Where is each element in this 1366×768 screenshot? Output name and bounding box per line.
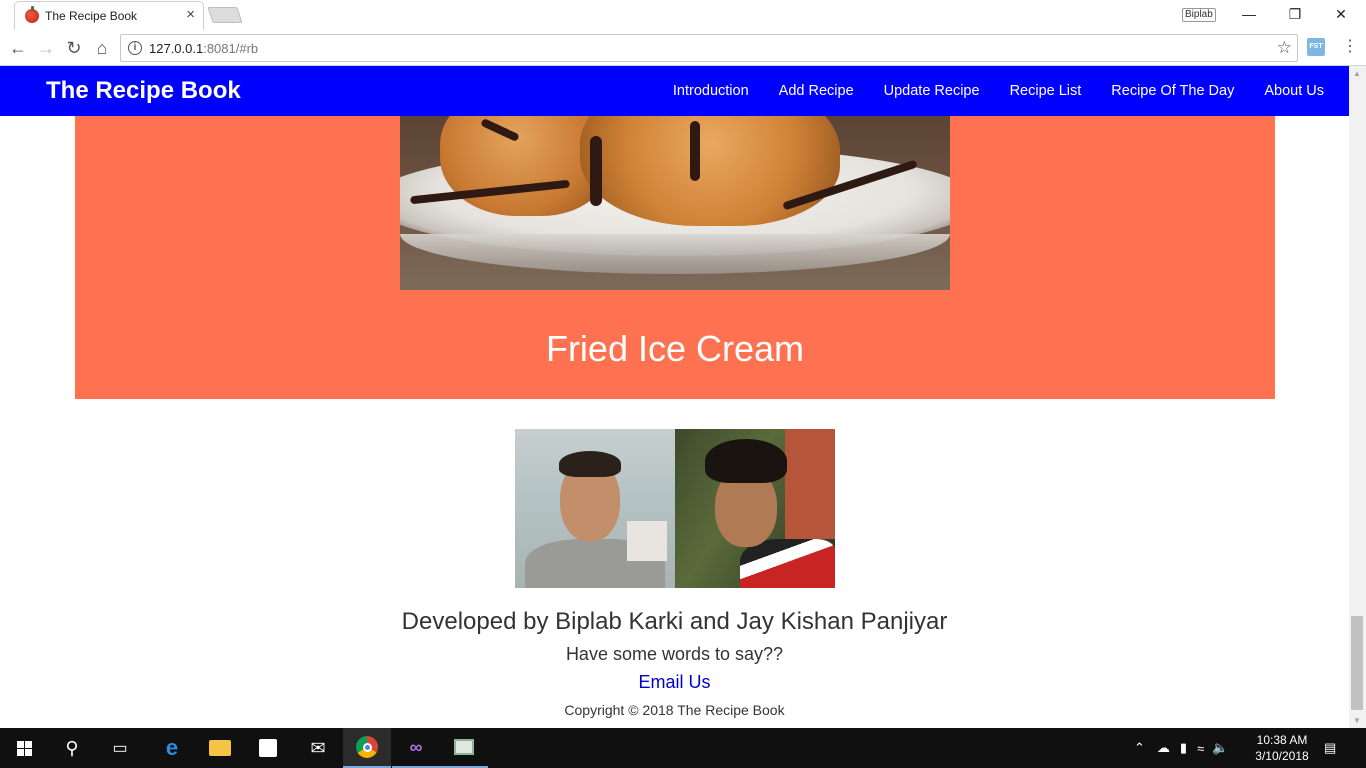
info-icon[interactable]: i: [128, 41, 142, 55]
file-explorer-icon[interactable]: [196, 728, 244, 768]
chrome-icon[interactable]: [343, 728, 391, 768]
cloud-icon[interactable]: ☁: [1157, 740, 1170, 756]
close-window-button[interactable]: ✕: [1318, 4, 1364, 26]
search-icon[interactable]: ⚲: [48, 728, 96, 768]
nav-recipe-list[interactable]: Recipe List: [1010, 83, 1082, 99]
minimize-button[interactable]: —: [1226, 4, 1272, 26]
action-center-icon[interactable]: ▤: [1324, 728, 1336, 768]
wifi-icon[interactable]: ≈: [1197, 741, 1204, 756]
developer-photos: [515, 429, 835, 588]
new-tab-button[interactable]: [207, 7, 243, 23]
address-bar[interactable]: i 127.0.0.1:8081/#rb ☆: [120, 34, 1298, 62]
restore-button[interactable]: ❐: [1272, 4, 1318, 26]
url-host: 127.0.0.1: [149, 41, 204, 56]
battery-icon[interactable]: ▮: [1180, 740, 1187, 756]
profile-button[interactable]: Biplab: [1182, 8, 1216, 22]
home-icon[interactable]: ⌂: [91, 37, 113, 59]
feedback-prompt: Have some words to say??: [565, 644, 784, 664]
tab-title: The Recipe Book: [45, 9, 138, 23]
volume-icon[interactable]: 🔈: [1212, 740, 1228, 756]
nav-update-recipe[interactable]: Update Recipe: [884, 83, 980, 99]
brick-wall-shape: [785, 429, 835, 539]
box-shape: [627, 521, 667, 561]
nav-recipe-of-the-day[interactable]: Recipe Of The Day: [1111, 83, 1234, 99]
url-path: :8081/#rb: [203, 41, 259, 56]
site-brand[interactable]: The Recipe Book: [46, 77, 241, 105]
page-scrollbar[interactable]: ▲ ▼: [1349, 66, 1366, 728]
browser-titlebar: The Recipe Book × Biplab — ❐ ✕: [0, 0, 1366, 30]
browser-toolbar: ← → ↻ ⌂ i 127.0.0.1:8081/#rb ☆ FST ⋮: [0, 30, 1366, 66]
plate-rim-shape: [400, 234, 950, 274]
back-arrow-icon[interactable]: ←: [7, 37, 29, 59]
bookmark-star-icon[interactable]: ☆: [1277, 38, 1292, 58]
chocolate-drizzle: [590, 136, 602, 206]
nav-introduction[interactable]: Introduction: [673, 83, 749, 99]
clock-date: 3/10/2018: [1255, 749, 1309, 763]
visual-studio-icon[interactable]: ∞: [392, 728, 440, 768]
store-icon[interactable]: [244, 728, 292, 768]
nav-links: Introduction Add Recipe Update Recipe Re…: [673, 66, 1324, 116]
nav-about-us[interactable]: About Us: [1264, 83, 1324, 99]
scroll-up-icon[interactable]: ▲: [1353, 69, 1361, 78]
edge-icon[interactable]: e: [148, 728, 196, 768]
close-tab-icon[interactable]: ×: [186, 6, 195, 24]
clock-time: 10:38 AM: [1256, 733, 1308, 747]
developer-photo-jay: [675, 429, 835, 588]
recipe-title: Fried Ice Cream: [545, 328, 805, 369]
mail-icon[interactable]: ✉: [294, 728, 342, 768]
chevron-up-icon[interactable]: ⌃: [1134, 740, 1145, 756]
reload-icon[interactable]: ↻: [63, 37, 85, 59]
hair-shape: [559, 451, 621, 477]
menu-icon[interactable]: ⋮: [1342, 36, 1358, 58]
windows-taskbar: ⚲ ▭ e ✉ ∞ ⌃ ☁ ▮ ≈ 🔈 10:38 AM 3/10/2018 ▤: [0, 728, 1366, 768]
recipe-card: Fried Ice Cream: [75, 116, 1275, 399]
apple-icon: [25, 6, 39, 23]
developer-credit: Developed by Biplab Karki and Jay Kishan…: [401, 608, 948, 635]
developer-photo-biplab: [515, 429, 675, 588]
app-window-icon[interactable]: [440, 728, 488, 768]
windows-start-icon[interactable]: [0, 728, 48, 768]
nav-add-recipe[interactable]: Add Recipe: [779, 83, 854, 99]
system-tray: ⌃ ☁ ▮ ≈ 🔈: [1134, 728, 1228, 768]
taskbar-clock[interactable]: 10:38 AM 3/10/2018: [1250, 732, 1314, 764]
hair-shape: [705, 439, 787, 483]
page-viewport: The Recipe Book Introduction Add Recipe …: [0, 66, 1349, 728]
task-view-icon[interactable]: ▭: [96, 728, 144, 768]
copyright-text: Copyright © 2018 The Recipe Book: [564, 702, 785, 718]
email-us-link[interactable]: Email Us: [0, 672, 1349, 693]
chocolate-drizzle: [690, 121, 700, 181]
forward-arrow-icon[interactable]: →: [35, 37, 57, 59]
site-navbar: The Recipe Book Introduction Add Recipe …: [0, 66, 1349, 116]
url-text: 127.0.0.1:8081/#rb: [149, 41, 258, 56]
scroll-down-icon[interactable]: ▼: [1353, 716, 1361, 725]
browser-tab[interactable]: The Recipe Book ×: [14, 1, 204, 30]
scroll-thumb[interactable]: [1351, 616, 1363, 710]
extension-icon[interactable]: FST: [1307, 38, 1325, 56]
recipe-image: [400, 116, 950, 290]
